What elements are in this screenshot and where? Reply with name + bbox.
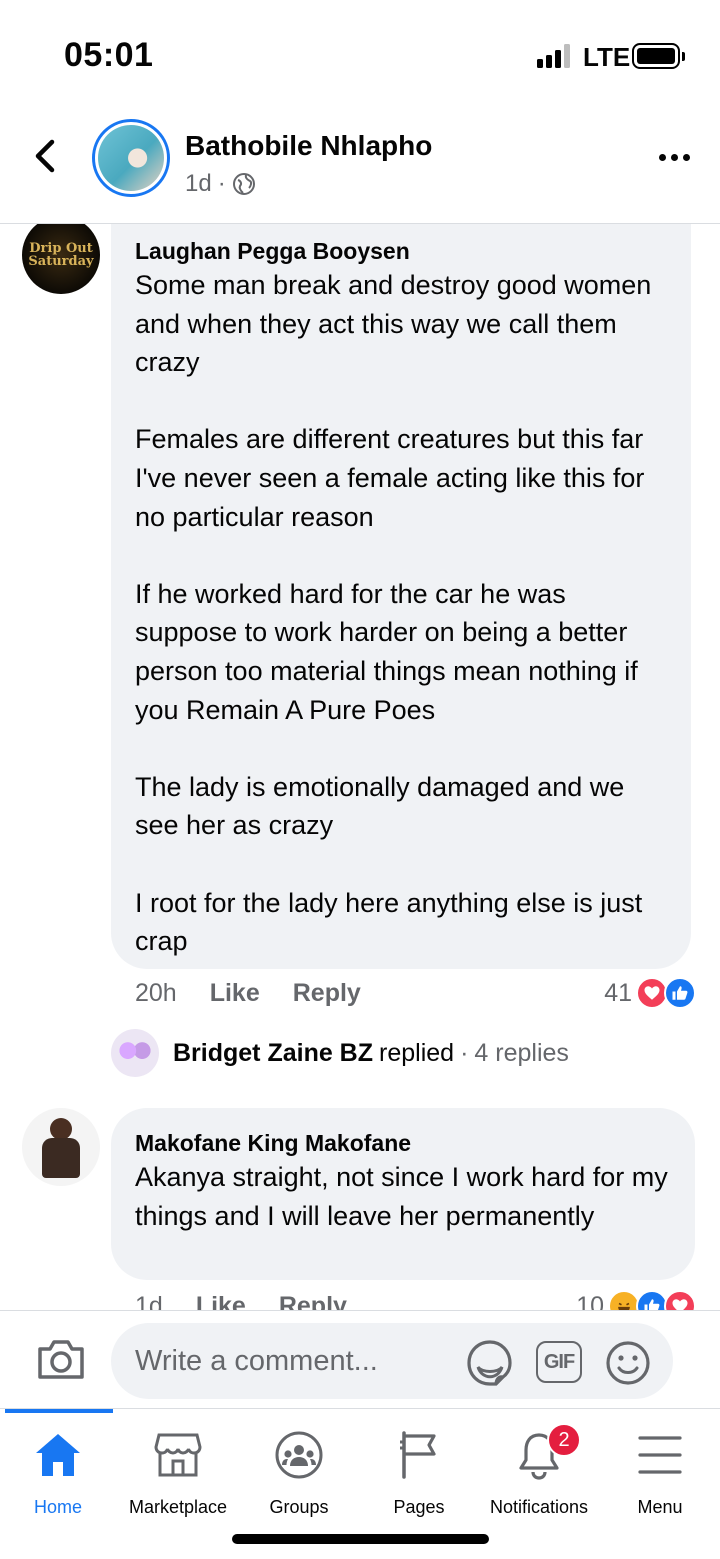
replies-preview[interactable]: Bridget Zaine BZ replied · 4 replies <box>111 1029 569 1077</box>
reaction-summary[interactable]: 41 <box>604 977 696 1009</box>
gif-button[interactable]: GIF <box>536 1341 582 1383</box>
nav-home[interactable]: Home <box>0 1423 118 1523</box>
camera-button[interactable] <box>36 1337 86 1381</box>
meta-separator: · <box>217 170 226 197</box>
nav-groups[interactable]: Groups <box>239 1423 359 1523</box>
post-meta: 1d · <box>185 170 256 198</box>
nav-label: Notifications <box>489 1497 589 1517</box>
nav-notifications[interactable]: 2 Notifications <box>479 1423 599 1523</box>
author-name[interactable]: Bathobile Nhlapho <box>185 130 432 162</box>
comments-list: Drip Out Saturday Laughan Pegga Booysen … <box>0 224 720 1310</box>
nav-pages[interactable]: Pages <box>359 1423 479 1523</box>
commenter-avatar[interactable] <box>22 1108 100 1186</box>
replier-name: Bridget Zaine BZ <box>173 1038 374 1067</box>
notification-badge: 2 <box>547 1423 581 1457</box>
comment-time: 1d <box>135 1292 163 1310</box>
comment-input[interactable] <box>111 1323 673 1399</box>
author-avatar[interactable] <box>92 119 170 197</box>
nav-label: Marketplace <box>128 1497 228 1517</box>
sticker-button[interactable] <box>466 1339 514 1387</box>
home-icon <box>30 1427 86 1483</box>
nav-label: Menu <box>637 1497 683 1517</box>
chevron-left-icon <box>35 139 55 173</box>
comment-bubble[interactable]: Laughan Pegga Booysen Some man break and… <box>111 224 691 969</box>
emoji-button[interactable] <box>604 1339 652 1387</box>
post-header: Bathobile Nhlapho 1d · <box>0 110 720 224</box>
reaction-count: 10 <box>576 1291 604 1311</box>
comment-actions: 1d Like Reply <box>135 1292 347 1310</box>
sticker-icon <box>467 1340 512 1386</box>
reply-button[interactable]: Reply <box>279 1292 347 1310</box>
status-bar: 05:01 LTE <box>0 0 720 110</box>
replies-count: 4 replies <box>474 1038 569 1067</box>
love-reaction-icon <box>664 1290 696 1310</box>
marketplace-icon <box>150 1427 206 1483</box>
camera-icon <box>38 1340 84 1379</box>
nav-label: Pages <box>393 1497 445 1517</box>
signal-icon <box>537 44 570 68</box>
nav-label: Home <box>33 1497 82 1517</box>
emoji-icon <box>606 1341 650 1385</box>
commenter-avatar[interactable]: Drip Out Saturday <box>22 224 100 294</box>
reaction-count: 41 <box>604 978 632 1007</box>
home-indicator <box>232 1534 489 1544</box>
nav-marketplace[interactable]: Marketplace <box>118 1423 238 1523</box>
groups-icon <box>271 1427 327 1483</box>
flag-icon <box>391 1427 447 1483</box>
more-options-button[interactable] <box>659 154 690 161</box>
back-button[interactable] <box>26 136 66 176</box>
replier-avatar <box>111 1029 159 1077</box>
nav-menu[interactable]: Menu <box>600 1423 720 1523</box>
active-tab-indicator <box>5 1409 113 1413</box>
comment-author[interactable]: Makofane King Makofane <box>135 1128 671 1158</box>
comment-author[interactable]: Laughan Pegga Booysen <box>135 236 667 266</box>
reaction-summary[interactable]: 10 <box>576 1290 696 1310</box>
comment-text: Akanya straight, not since I work hard f… <box>135 1162 676 1231</box>
menu-icon <box>632 1427 688 1483</box>
avatar-logo: Drip Out Saturday <box>28 241 94 269</box>
status-time: 05:01 <box>64 36 154 74</box>
comment-composer: GIF <box>0 1310 720 1408</box>
replied-label: replied <box>379 1038 455 1067</box>
comment-bubble[interactable]: Makofane King Makofane Akanya straight, … <box>111 1108 695 1280</box>
battery-icon <box>632 43 685 69</box>
reply-button[interactable]: Reply <box>293 979 361 1008</box>
globe-icon <box>232 173 255 195</box>
comment-text: Some man break and destroy good women an… <box>135 270 652 957</box>
comment-actions: 20h Like Reply <box>135 979 361 1008</box>
replies-separator: · <box>460 1038 469 1067</box>
like-button[interactable]: Like <box>196 1292 246 1310</box>
network-label: LTE <box>583 42 631 72</box>
nav-label: Groups <box>269 1497 329 1517</box>
like-reaction-icon <box>664 977 696 1009</box>
post-time: 1d <box>185 170 212 197</box>
comment-time: 20h <box>135 979 177 1007</box>
like-button[interactable]: Like <box>210 979 260 1008</box>
